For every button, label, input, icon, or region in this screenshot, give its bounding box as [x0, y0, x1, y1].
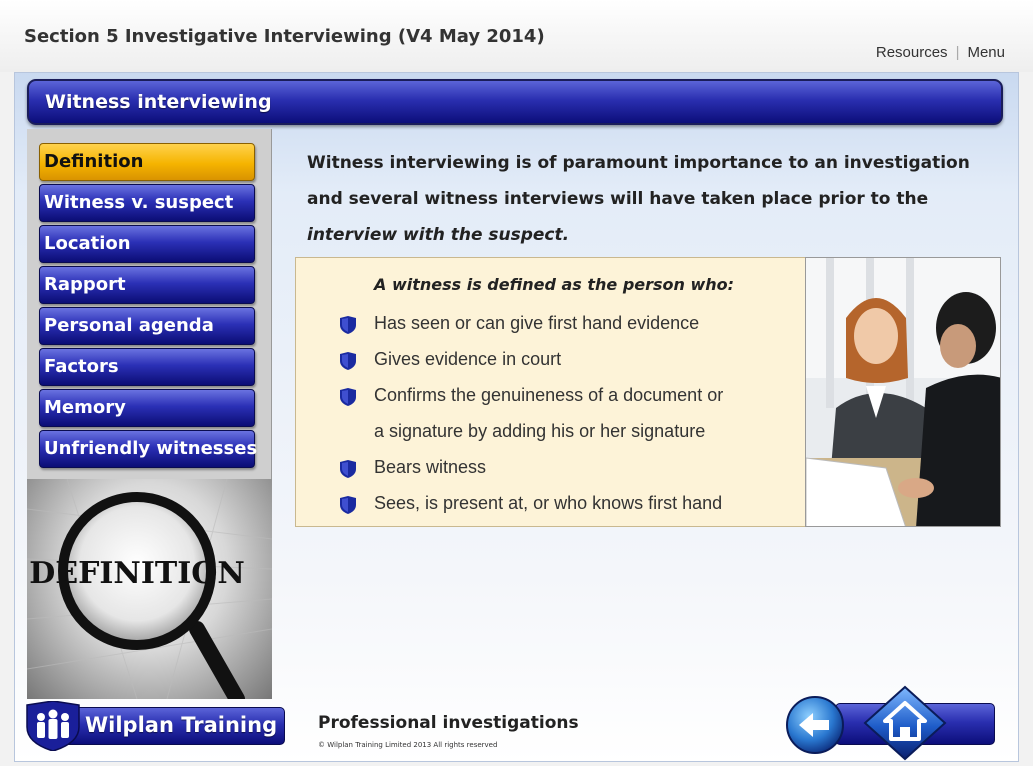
- list-item-continuation: a signature by adding his or her signatu…: [374, 421, 706, 441]
- resources-link[interactable]: Resources: [876, 44, 948, 61]
- brand-logo: Wilplan Training: [23, 701, 289, 751]
- people-shield-icon: [26, 701, 80, 751]
- brand-name: Wilplan Training: [85, 713, 278, 737]
- top-bar: Section 5 Investigative Interviewing (V4…: [0, 0, 1033, 72]
- list-item: Confirms the genuineness of a document o…: [338, 380, 723, 416]
- copyright-text: © Wilplan Training Limited 2013 All righ…: [318, 741, 498, 749]
- intro-text: Witness interviewing is of paramount imp…: [307, 145, 997, 253]
- menu-link[interactable]: Menu: [967, 44, 1005, 61]
- definition-list: Has seen or can give first hand evidence…: [338, 308, 723, 524]
- sidebar-item-unfriendly-witnesses[interactable]: Unfriendly witnesses: [39, 430, 257, 468]
- shield-bullet-icon: [340, 388, 356, 406]
- definition-graphic-word: DEFINITION: [29, 556, 245, 591]
- home-button[interactable]: [863, 685, 947, 761]
- home-icon: [863, 685, 947, 761]
- course-title: Section 5 Investigative Interviewing (V4…: [24, 26, 545, 47]
- list-item: Gives evidence in court: [338, 344, 723, 380]
- sidebar-item-factors[interactable]: Factors: [39, 348, 255, 386]
- footer-title: Professional investigations: [318, 713, 579, 733]
- definition-graphic: DEFINITION: [27, 479, 272, 699]
- list-item: Sees, is present at, or who knows first …: [338, 488, 723, 524]
- sidebar-item-location[interactable]: Location: [39, 225, 255, 263]
- card-title: A witness is defined as the person who:: [374, 275, 735, 294]
- top-links: Resources | Menu: [876, 44, 1005, 61]
- interview-photo: [805, 257, 1001, 527]
- shield-bullet-icon: [340, 460, 356, 478]
- sidebar-item-rapport[interactable]: Rapport: [39, 266, 255, 304]
- shield-bullet-icon: [340, 316, 356, 334]
- shield-bullet-icon: [340, 352, 356, 370]
- sidebar-item-personal-agenda[interactable]: Personal agenda: [39, 307, 255, 345]
- sidebar-item-memory[interactable]: Memory: [39, 389, 255, 427]
- list-item: Has seen or can give first hand evidence: [338, 308, 723, 344]
- shield-bullet-icon: [340, 496, 356, 514]
- section-header: Witness interviewing: [27, 79, 1003, 125]
- magnifying-glass-icon: DEFINITION: [27, 479, 272, 699]
- link-separator: |: [955, 44, 960, 61]
- definition-card: A witness is defined as the person who: …: [295, 257, 809, 527]
- intro-line-1: Witness interviewing is of paramount imp…: [307, 153, 970, 173]
- sidebar: Definition Witness v. suspect Location R…: [27, 129, 272, 699]
- back-button[interactable]: [785, 695, 845, 755]
- intro-line-2: and several witness interviews will have…: [307, 189, 929, 209]
- content-stage: Witness interviewing Definition Witness …: [14, 72, 1019, 762]
- page-title: Witness interviewing: [45, 91, 272, 113]
- intro-line-3: interview with the suspect.: [307, 225, 570, 245]
- back-arrow-icon: [786, 696, 844, 754]
- sidebar-item-witness-v-suspect[interactable]: Witness v. suspect: [39, 184, 255, 222]
- sidebar-item-definition[interactable]: Definition: [39, 143, 255, 181]
- interview-photo-image: [806, 258, 1000, 526]
- list-item: Bears witness: [338, 452, 723, 488]
- page-navigation: [785, 685, 995, 761]
